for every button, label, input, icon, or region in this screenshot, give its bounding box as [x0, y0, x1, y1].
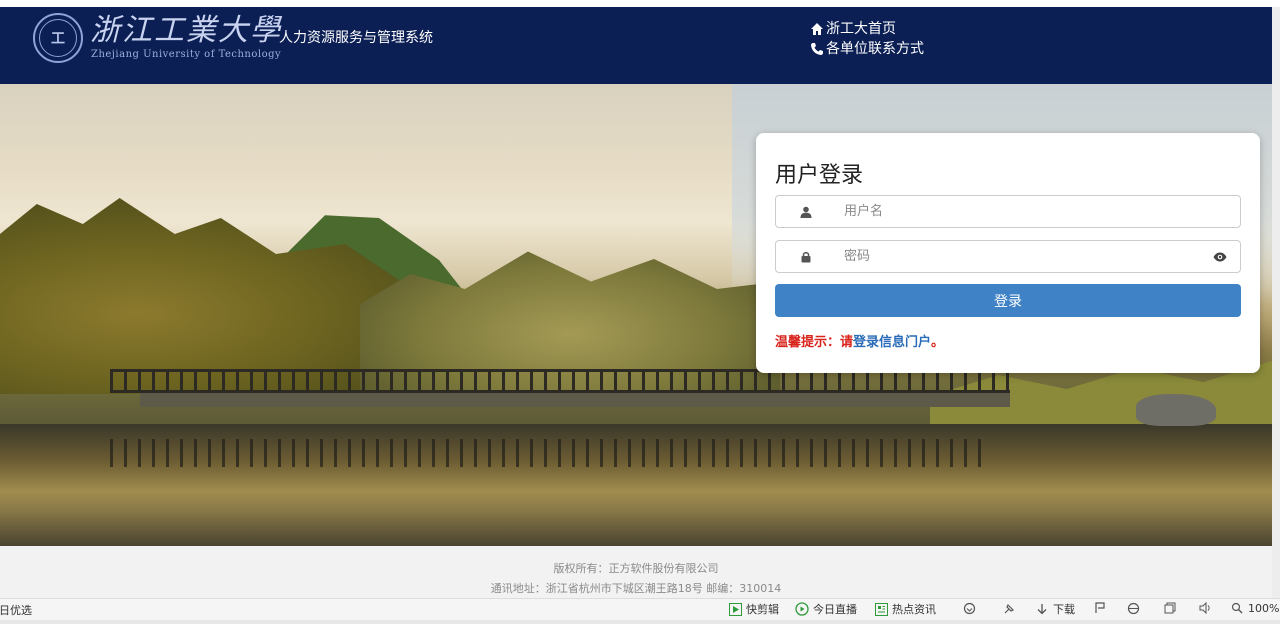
daily-picks-text[interactable]: 今日优选	[0, 602, 32, 618]
university-name-en: Zhejiang University of Technology	[91, 49, 282, 60]
phone-icon	[810, 42, 824, 56]
login-tip: 温馨提示：请登录信息门户。	[775, 331, 944, 350]
live-icon	[795, 602, 809, 616]
flag-button[interactable]	[1093, 601, 1111, 615]
show-password-eye-icon[interactable]	[1200, 252, 1240, 262]
password-field	[775, 240, 1241, 273]
browser-statusbar: 今日优选 快剪辑 今日直播 热点资讯 下载	[0, 598, 1280, 620]
info-portal-link[interactable]: 登录信息门户	[853, 335, 931, 350]
zoom-control[interactable]: 100%	[1230, 601, 1279, 615]
page: 工 浙江工業大學 Zhejiang University of Technolo…	[0, 0, 1280, 624]
login-title: 用户登录	[775, 163, 864, 188]
hot-news-button[interactable]: 热点资讯	[874, 601, 936, 617]
zoom-level: 100%	[1248, 601, 1280, 615]
bottom-strip	[0, 620, 1280, 624]
home-icon	[810, 22, 824, 36]
username-field	[775, 195, 1241, 228]
password-input[interactable]	[836, 241, 1200, 272]
username-input[interactable]	[836, 196, 1240, 227]
bridge-reflection	[110, 439, 990, 467]
page-scrollbar[interactable]	[1272, 7, 1280, 598]
scissors-icon	[728, 602, 742, 616]
copyright-text: 版权所有：正方软件股份有限公司	[553, 562, 719, 575]
lock-icon	[776, 251, 836, 263]
window-icon	[1163, 601, 1177, 615]
login-panel: 用户登录 登录 温馨提示：请登录信息门户。	[756, 133, 1260, 373]
top-strip	[0, 0, 1280, 7]
university-name-cn: 浙江工業大學	[90, 13, 282, 48]
site-header: 工 浙江工業大學 Zhejiang University of Technolo…	[0, 7, 1272, 84]
bridge-deck	[140, 393, 1010, 407]
quick-edit-label: 快剪辑	[746, 603, 779, 616]
login-button[interactable]: 登录	[775, 284, 1241, 317]
live-button[interactable]: 今日直播	[795, 601, 857, 617]
contacts-link[interactable]: 各单位联系方式	[810, 39, 924, 59]
download-icon	[1035, 602, 1049, 616]
user-icon	[776, 206, 836, 218]
download-label: 下载	[1053, 603, 1075, 616]
download-button[interactable]: 下载	[1035, 601, 1075, 617]
volume-button[interactable]	[1198, 601, 1216, 615]
seal-inner: 工	[39, 19, 77, 57]
live-label: 今日直播	[813, 603, 857, 616]
home-link[interactable]: 浙工大首页	[810, 19, 924, 39]
ie-icon	[1126, 601, 1140, 615]
tip-prefix: 温馨提示：请	[775, 335, 854, 350]
rock	[1136, 394, 1216, 426]
pin-button[interactable]	[1002, 601, 1020, 615]
top-links: 浙工大首页 各单位联系方式	[810, 19, 924, 59]
quick-edit-button[interactable]: 快剪辑	[728, 601, 779, 617]
system-title: 人力资源服务与管理系统	[279, 30, 433, 46]
refresh-icon	[962, 601, 976, 615]
pin-icon	[1002, 601, 1016, 615]
contacts-link-label: 各单位联系方式	[826, 41, 924, 57]
site-footer: 版权所有：正方软件股份有限公司 通讯地址：浙江省杭州市下城区潮王路18号 邮编：…	[0, 546, 1272, 600]
speaker-icon	[1198, 601, 1212, 615]
home-link-label: 浙工大首页	[826, 21, 896, 37]
browser-mode-button[interactable]	[1126, 601, 1144, 615]
flag-icon	[1093, 601, 1107, 615]
address-text: 通讯地址：浙江省杭州市下城区潮王路18号 邮编：310014	[490, 582, 782, 595]
zoom-icon	[1230, 601, 1244, 615]
university-seal-logo: 工	[33, 13, 83, 63]
news-icon	[874, 602, 888, 616]
hot-news-label: 热点资讯	[892, 603, 936, 616]
window-button[interactable]	[1163, 601, 1181, 615]
tip-suffix: 。	[931, 335, 945, 350]
bridge	[110, 369, 1010, 407]
refresh-button[interactable]	[962, 601, 980, 615]
